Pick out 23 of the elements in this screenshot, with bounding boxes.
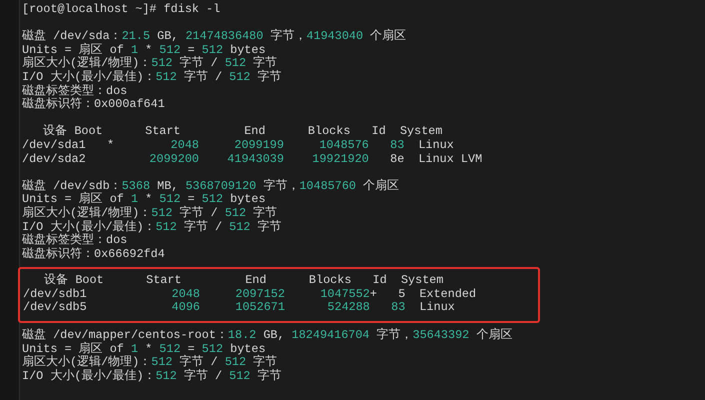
terminal-line: Units = 扇区 of 1 * 512 = 512 bytes [21,44,266,57]
terminal-line: I/O 大小(最小/最佳)：512 字节 / 512 字节 [21,220,282,234]
terminal-line: Units = 扇区 of 1 * 512 = 512 bytes [21,342,266,356]
terminal-line: 设备 Boot Start End Blocks Id System [43,274,444,288]
terminal-line: 扇区大小(逻辑/物理)：512 字节 / 512 字节 [21,206,278,220]
terminal-line: 磁盘标识符：0x66692fd4 [21,248,165,262]
terminal-line: 磁盘标识符：0x000af641 [21,98,165,112]
terminal-line: 扇区大小(逻辑/物理)：512 字节 / 512 字节 [21,57,278,70]
terminal-line: 磁盘标签类型：dos [21,84,128,98]
terminal-line: 磁盘 /dev/sdb：5368 MB, 5368709120 字节，10485760 个扇区 [21,180,400,193]
terminal-line: /dev/sda2 2099200 41943039 19921920 8e Linux LVM [21,152,482,166]
terminal-line: /dev/sdb5 4096 1052671 524288 83 Linux [22,301,455,316]
terminal-line: 磁盘标签类型：dos [21,234,128,248]
terminal-line: 扇区大小(逻辑/物理)：512 字节 / 512 字节 [21,356,278,370]
terminal-line: [root@localhost ~]# fdisk -l [21,3,220,17]
terminal-line: /dev/sdb1 2048 2097152 1047552+ 5 Extended [22,288,476,302]
terminal-line: I/O 大小(最小/最佳)：512 字节 / 512 字节 [21,370,282,384]
terminal-line: I/O 大小(最小/最佳)：512 字节 / 512 字节 [21,70,282,84]
terminal-line: 设备 Boot Start End Blocks Id System [42,125,442,139]
terminal-line: 磁盘 /dev/mapper/centos-root：18.2 GB, 18249416704 字节，35643392 个扇区 [21,329,512,342]
terminal-line: Units = 扇区 of 1 * 512 = 512 bytes [21,193,266,206]
terminal-line: /dev/sda1 * 2048 2099199 1048576 83 Linux [21,138,454,153]
terminal-line: 磁盘 /dev/sda：21.5 GB, 21474836480 字节，41943040 个扇区 [21,30,406,44]
